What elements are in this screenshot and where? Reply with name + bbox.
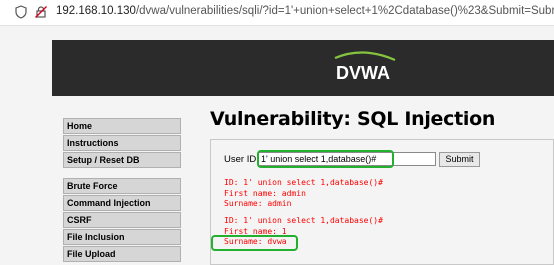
menu-item-brute-force[interactable]: Brute Force [63,178,181,194]
result-id: ID: 1' union select 1,database()# [224,216,383,225]
result-id: ID: 1' union select 1,database()# [224,178,383,187]
url-host: 192.168.10.130 [56,5,136,17]
menu-item-setup-reset-db[interactable]: Setup / Reset DB [63,152,181,168]
result-block-1: ID: 1' union select 1,database()# First … [224,178,383,210]
insecure-lock-icon[interactable] [34,5,48,19]
user-id-label: User ID: [224,154,259,165]
result-surname: Surname: admin [224,199,292,208]
submit-button[interactable]: Submit [439,152,480,167]
menu-group-vulnerabilities: Brute Force Command Injection CSRF File … [63,178,181,262]
menu-group-main: Home Instructions Setup / Reset DB [63,118,181,168]
browser-address-bar[interactable]: 192.168.10.130/dvwa/vulnerabilities/sqli… [0,0,554,26]
result-first-name: First name: admin [224,188,306,198]
dvwa-logo: DVWA [323,48,403,88]
menu-item-file-inclusion[interactable]: File Inclusion [63,229,181,245]
menu-item-instructions[interactable]: Instructions [63,135,181,151]
input-highlight-box [257,150,394,168]
side-menu: Home Instructions Setup / Reset DB Brute… [63,118,181,265]
menu-item-file-upload[interactable]: File Upload [63,246,181,262]
logo-text: DVWA [336,63,390,83]
url-text[interactable]: 192.168.10.130/dvwa/vulnerabilities/sqli… [56,5,554,17]
page-title: Vulnerability: SQL Injection [210,108,496,130]
menu-item-command-injection[interactable]: Command Injection [63,195,181,211]
menu-item-csrf[interactable]: CSRF [63,212,181,228]
dvwa-header: DVWA [52,40,554,96]
shield-icon[interactable] [14,5,28,19]
surname-highlight-box [211,235,298,251]
url-path: /dvwa/vulnerabilities/sqli/?id=1'+union+… [135,5,554,17]
menu-item-home[interactable]: Home [63,118,181,134]
